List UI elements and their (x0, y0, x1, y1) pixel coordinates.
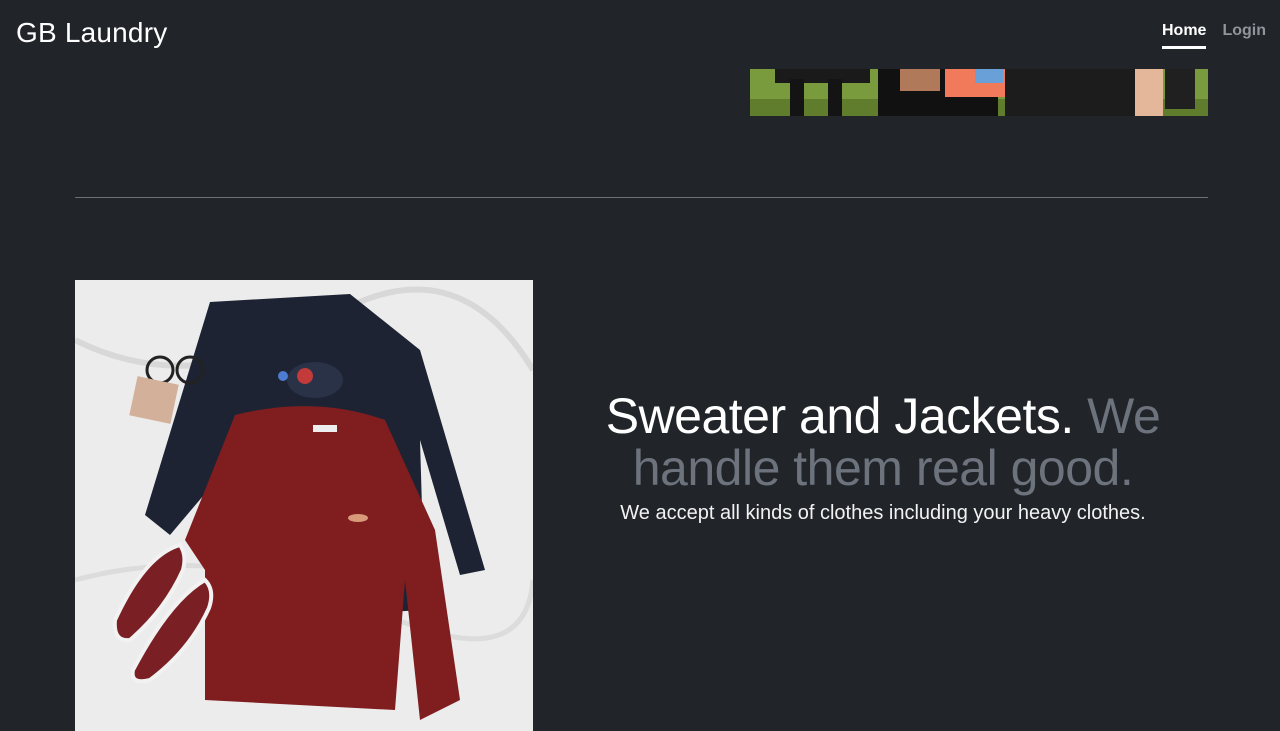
feature-text: Sweater and Jackets. We handle them real… (600, 390, 1166, 525)
feature-lead: We accept all kinds of clothes including… (620, 502, 1146, 524)
feature-heading: Sweater and Jackets. We handle them real… (600, 390, 1166, 494)
sweaters-photo (75, 280, 533, 731)
people-photo (750, 69, 1208, 116)
brand-logo[interactable]: GB Laundry (16, 17, 167, 49)
nav-links: Home Login (1162, 22, 1266, 49)
nav-link-home[interactable]: Home (1162, 22, 1207, 49)
feature-heading-main: Sweater and Jackets. (605, 388, 1075, 444)
section-divider (75, 197, 1208, 198)
navbar: GB Laundry Home Login (0, 0, 1280, 68)
nav-link-login[interactable]: Login (1222, 22, 1266, 49)
